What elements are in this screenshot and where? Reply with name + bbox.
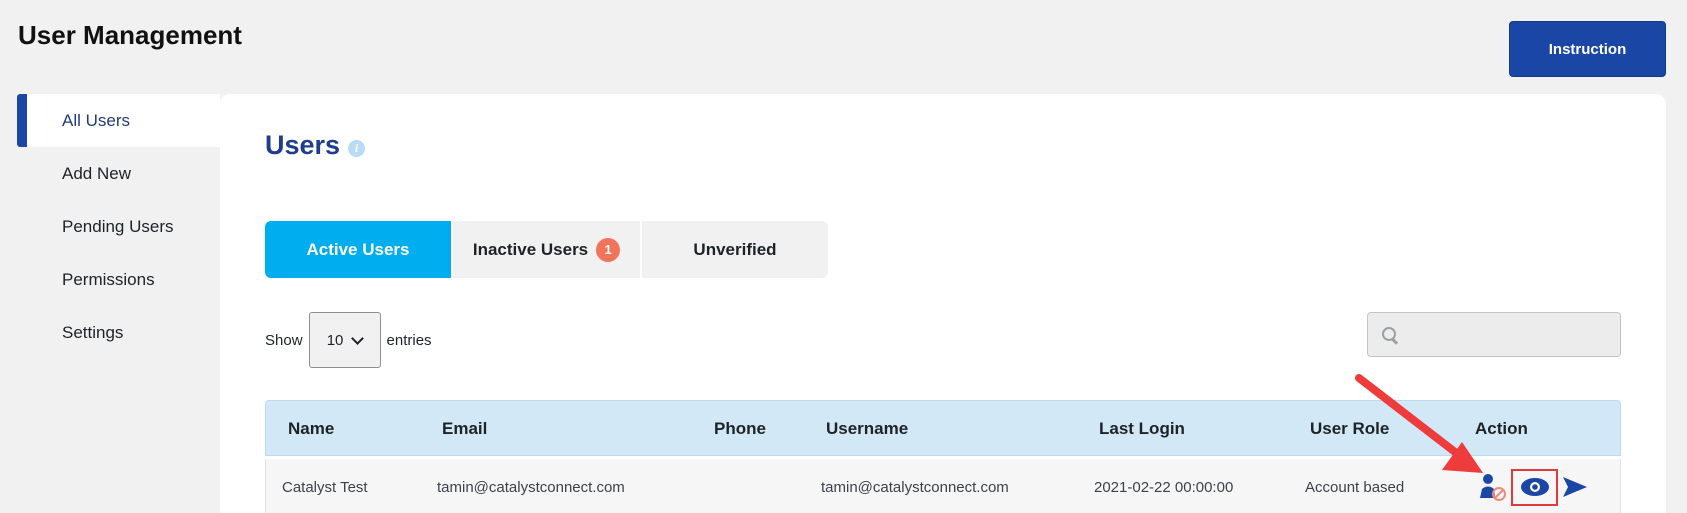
- send-icon[interactable]: [1562, 476, 1588, 498]
- cell-email: tamin@catalystconnect.com: [437, 478, 625, 496]
- column-header-user-role[interactable]: User Role: [1310, 401, 1389, 457]
- cell-user-role: Account based: [1305, 478, 1405, 496]
- column-header-email[interactable]: Email: [442, 401, 487, 457]
- tab-label: Active Users: [306, 239, 410, 259]
- users-table: Name Email Phone Username Last Login Use…: [265, 400, 1621, 513]
- view-icon[interactable]: [1511, 468, 1558, 506]
- cell-name: Catalyst Test: [282, 478, 368, 496]
- entries-select[interactable]: 10: [308, 312, 381, 368]
- table-header: Name Email Phone Username Last Login Use…: [265, 400, 1621, 456]
- entries-label: entries: [386, 331, 432, 349]
- cell-last-login: 2021-02-22 00:00:00: [1094, 478, 1234, 496]
- sidebar: All Users Add New Pending Users Permissi…: [17, 94, 220, 359]
- page-title: User Management: [18, 20, 242, 50]
- tab-label: Inactive Users: [472, 239, 589, 259]
- sidebar-item-label: Settings: [62, 322, 124, 342]
- show-label: Show: [265, 331, 303, 349]
- search-box: [1367, 312, 1621, 357]
- cell-actions: [1477, 459, 1588, 513]
- instruction-button[interactable]: Instruction: [1509, 21, 1666, 77]
- sidebar-item-add-new[interactable]: Add New: [17, 147, 220, 200]
- column-header-last-login[interactable]: Last Login: [1099, 401, 1185, 457]
- tab-active-users[interactable]: Active Users: [265, 221, 451, 278]
- tab-label: Unverified: [693, 239, 777, 259]
- section-title-text: Users: [265, 130, 341, 160]
- sidebar-item-label: All Users: [62, 110, 131, 130]
- search-input[interactable]: [1406, 326, 1606, 343]
- info-icon[interactable]: i: [348, 140, 366, 157]
- column-header-username[interactable]: Username: [826, 401, 908, 457]
- entries-length-control: Show 10 entries: [265, 312, 432, 368]
- user-status-tabs: Active Users Inactive Users 1 Unverified: [265, 221, 828, 278]
- cell-username: tamin@catalystconnect.com: [821, 478, 1009, 496]
- column-header-action: Action: [1475, 419, 1528, 438]
- search-icon: [1382, 326, 1398, 343]
- sidebar-item-permissions[interactable]: Permissions: [17, 253, 220, 306]
- deactivate-user-icon[interactable]: [1477, 472, 1507, 502]
- chevron-down-icon: [351, 331, 365, 345]
- table-row: Catalyst Test tamin@catalystconnect.com …: [265, 459, 1621, 513]
- sidebar-item-label: Add New: [62, 163, 131, 183]
- column-header-name[interactable]: Name: [288, 401, 334, 457]
- sidebar-item-label: Permissions: [62, 269, 155, 289]
- column-header-phone[interactable]: Phone: [714, 401, 766, 457]
- tab-inactive-users[interactable]: Inactive Users 1: [453, 221, 640, 278]
- inactive-count-badge: 1: [596, 237, 621, 262]
- sidebar-item-pending-users[interactable]: Pending Users: [17, 200, 220, 253]
- tab-unverified[interactable]: Unverified: [642, 221, 828, 278]
- sidebar-item-all-users[interactable]: All Users: [17, 94, 220, 147]
- sidebar-item-settings[interactable]: Settings: [17, 306, 220, 359]
- entries-value: 10: [326, 331, 344, 349]
- sidebar-item-label: Pending Users: [62, 216, 174, 236]
- section-title: Users i: [265, 130, 366, 161]
